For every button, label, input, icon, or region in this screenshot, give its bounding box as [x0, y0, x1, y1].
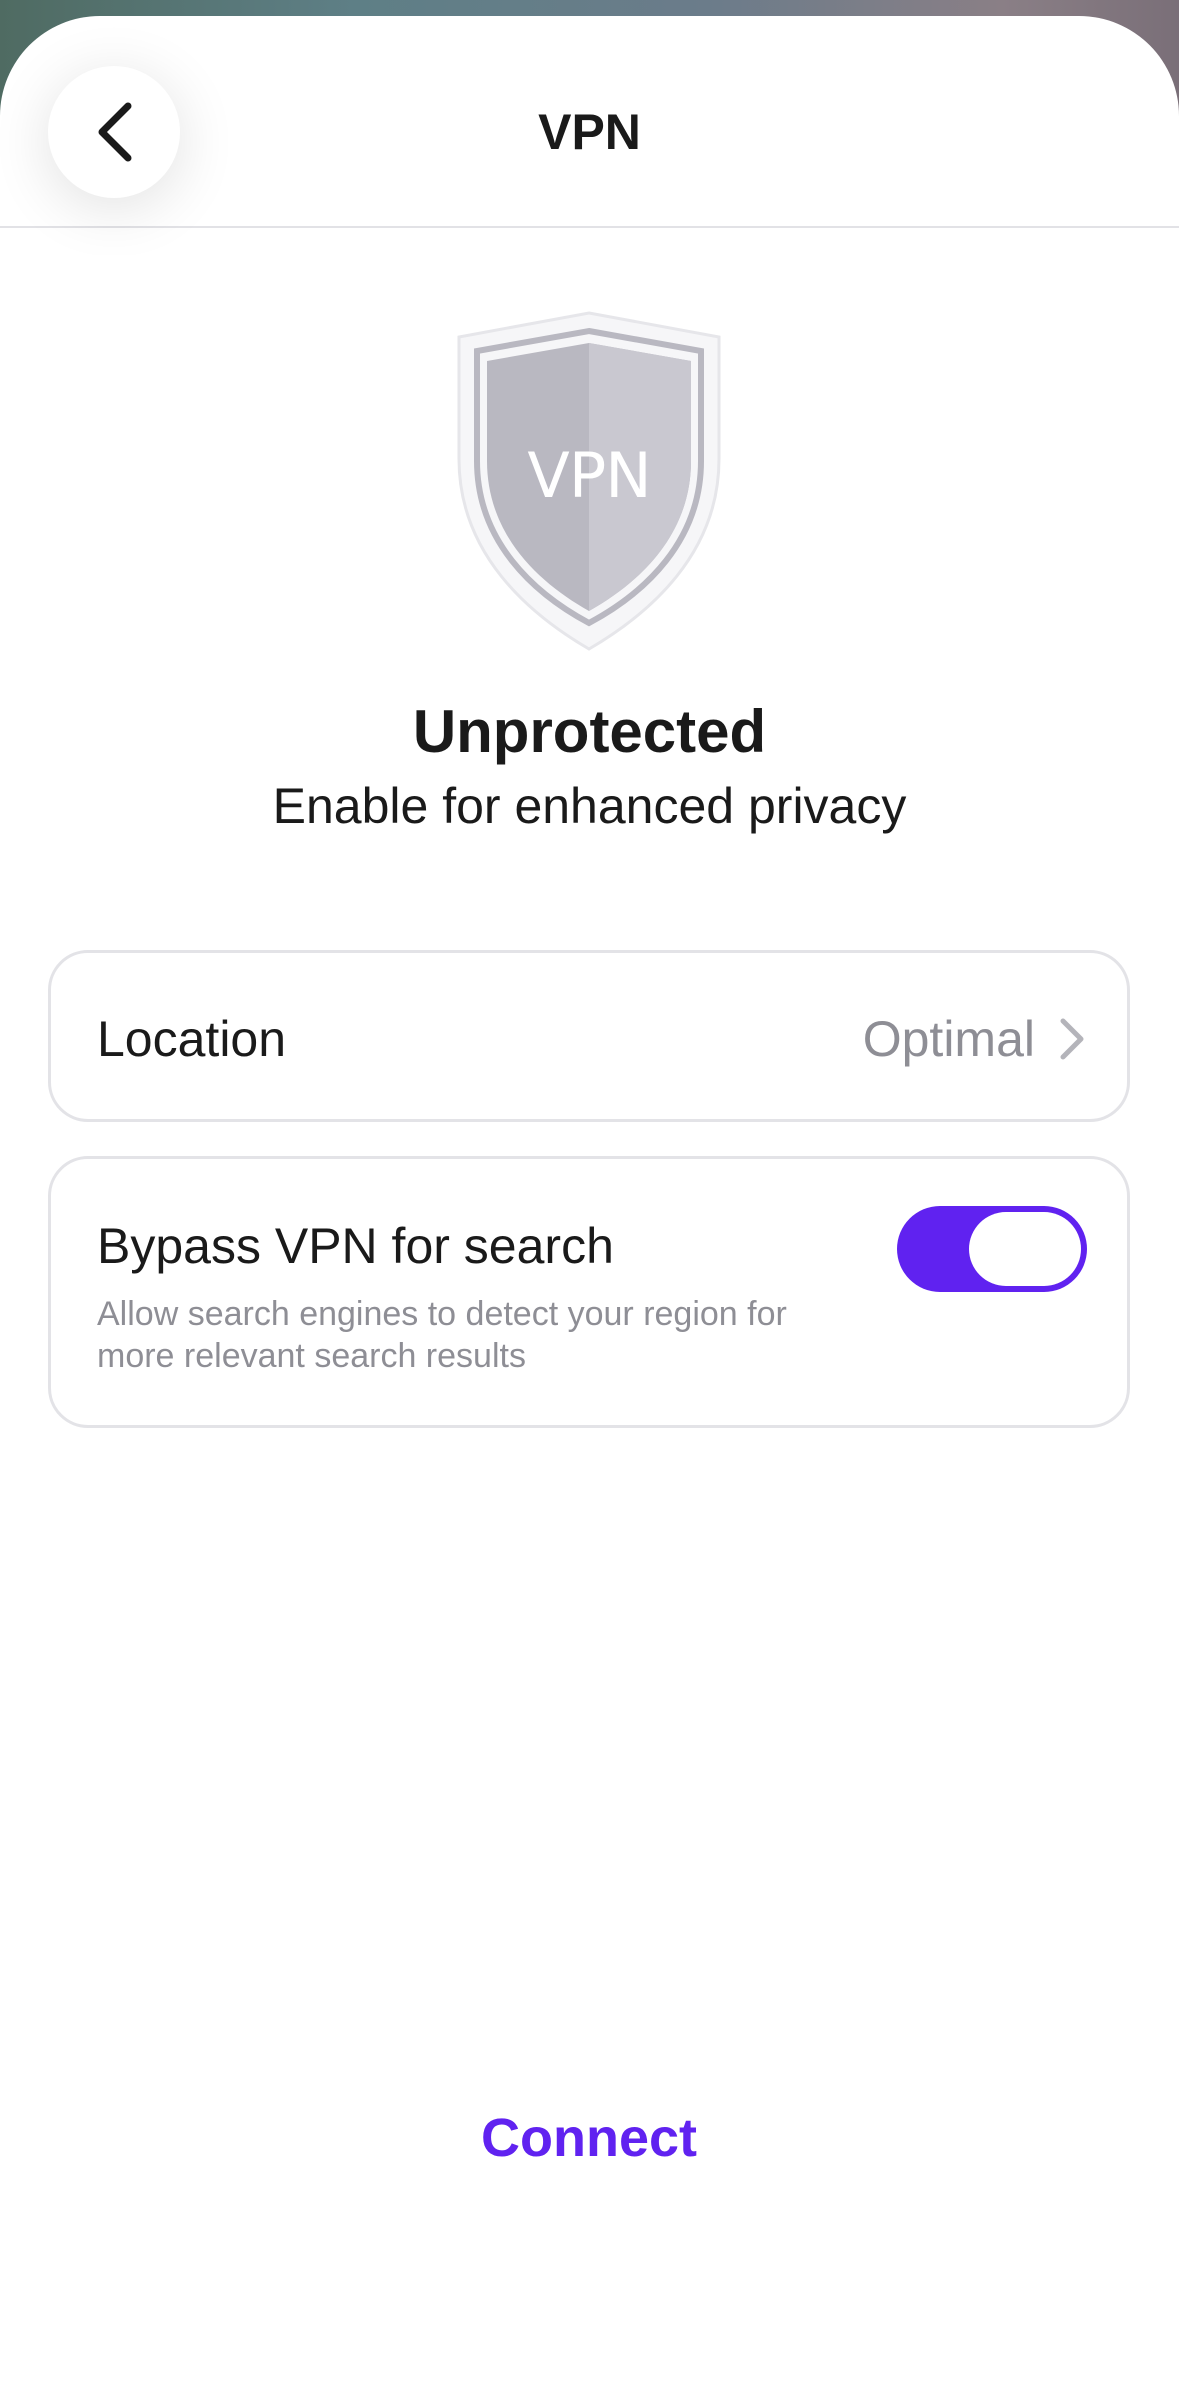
shield-label: VPN: [527, 439, 651, 512]
shield-illustration: VPN: [449, 309, 729, 655]
bypass-vpn-card: Bypass VPN for search Allow search engin…: [48, 1156, 1130, 1428]
connect-button[interactable]: Connect: [389, 2090, 789, 2186]
header-bar: VPN: [0, 16, 1179, 228]
location-value: Optimal: [862, 1011, 1035, 1067]
status-title: Unprotected: [412, 698, 767, 765]
bypass-description: Allow search engines to detect your regi…: [97, 1295, 787, 1375]
bypass-toggle[interactable]: [897, 1206, 1087, 1292]
chevron-right-icon: [1060, 1018, 1084, 1060]
page-title: VPN: [538, 104, 641, 160]
vpn-sheet: VPN VPN Unprotected Enable for enhanced …: [0, 16, 1179, 2396]
status-subtitle: Enable for enhanced privacy: [272, 778, 907, 834]
bypass-title: Bypass VPN for search: [97, 1218, 614, 1274]
toggle-knob: [969, 1212, 1081, 1286]
location-label: Location: [97, 1011, 287, 1067]
location-row[interactable]: Location Optimal: [48, 950, 1130, 1122]
